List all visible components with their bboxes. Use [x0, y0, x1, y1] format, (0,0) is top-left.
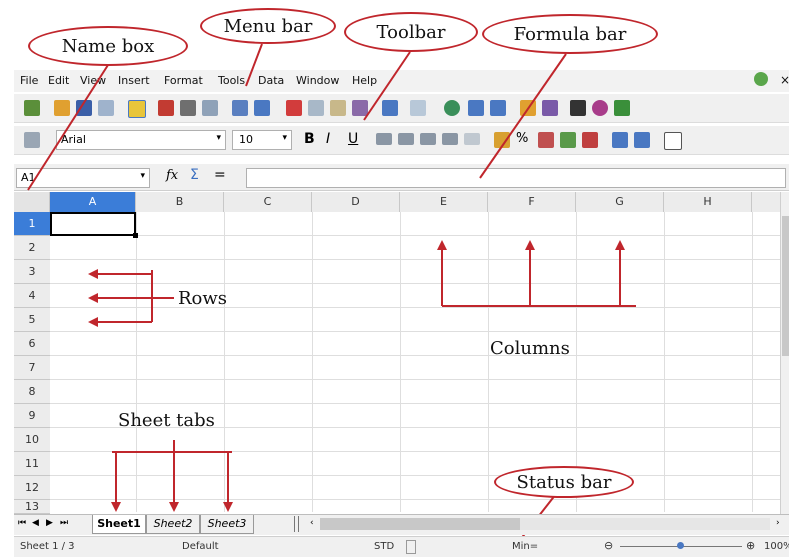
modified-indicator: [406, 540, 416, 554]
tab-splitter-handle[interactable]: [294, 516, 299, 532]
scroll-right-icon[interactable]: ›: [776, 518, 780, 528]
status-bar: Sheet 1 / 3 Default STD Min= ⊖ ⊕ 100%: [14, 536, 789, 557]
menu-bar-pointer: [245, 43, 263, 87]
annotation-arrows: [27, 43, 636, 541]
zoom-out-icon[interactable]: ⊖: [604, 539, 613, 552]
zoom-level[interactable]: 100%: [764, 541, 789, 552]
previous-sheet-icon[interactable]: ◀: [32, 518, 39, 528]
name-box-pointer: [27, 64, 109, 191]
status-bar-callout-label: Status bar: [516, 471, 612, 493]
sheet-tab-1-label: Sheet1: [97, 517, 141, 530]
next-sheet-icon[interactable]: ▶: [46, 518, 53, 528]
last-sheet-icon[interactable]: ⏭: [60, 518, 68, 528]
sheet-position: Sheet 1 / 3: [20, 541, 75, 552]
sheet-tab-2-label: Sheet2: [153, 517, 193, 530]
sheet-tab-bar: ⏮ ◀ ▶ ⏭ Sheet1 Sheet2 Sheet3 ‹ ›: [14, 514, 789, 535]
zoom-slider-thumb[interactable]: [677, 542, 684, 549]
page-style[interactable]: Default: [182, 541, 219, 552]
horizontal-scrollbar[interactable]: [320, 518, 770, 530]
formula-bar-pointer: [479, 53, 567, 179]
rows-label: Rows: [178, 288, 228, 309]
sheet-tab-3[interactable]: Sheet3: [200, 515, 254, 534]
zoom-in-icon[interactable]: ⊕: [746, 539, 755, 552]
columns-label: Columns: [490, 338, 570, 359]
sheet-tab-3-label: Sheet3: [207, 517, 247, 530]
sheet-tab-2[interactable]: Sheet2: [146, 515, 200, 534]
sheet-tabs-label: Sheet tabs: [118, 410, 215, 431]
status-bar-callout: Status bar: [494, 466, 634, 498]
toolbar-pointer: [363, 51, 411, 121]
scroll-left-icon[interactable]: ‹: [310, 518, 314, 528]
first-sheet-icon[interactable]: ⏮: [18, 518, 26, 528]
sheet-tab-1[interactable]: Sheet1: [92, 515, 146, 534]
sum-display[interactable]: Min=: [512, 541, 538, 552]
selection-mode[interactable]: STD: [374, 541, 394, 552]
horizontal-scroll-thumb[interactable]: [320, 518, 520, 530]
